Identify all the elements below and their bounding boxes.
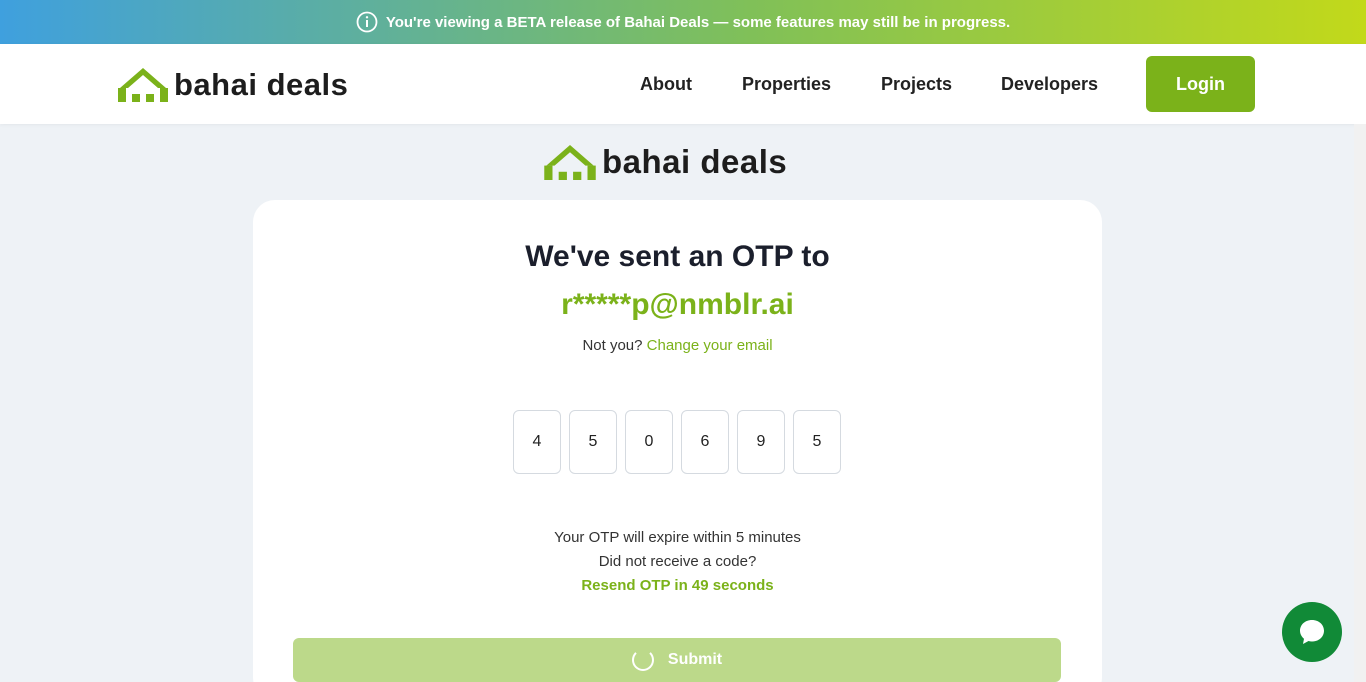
otp-digit-1[interactable]: 4: [513, 410, 561, 474]
otp-digit-6[interactable]: 5: [793, 410, 841, 474]
chat-button[interactable]: [1282, 602, 1342, 662]
scrollbar-track[interactable]: [1354, 124, 1366, 682]
not-you-label: Not you?: [582, 337, 643, 354]
submit-button[interactable]: Submit: [293, 638, 1061, 682]
info-icon: [356, 11, 378, 33]
site-header: bahai deals About Properties Projects De…: [0, 44, 1366, 124]
nav-developers[interactable]: Developers: [1001, 74, 1098, 95]
logo-text: bahai deals: [602, 143, 788, 180]
beta-banner-text: You're viewing a BETA release of Bahai D…: [385, 13, 1011, 31]
resend-otp-countdown: Resend OTP in 49 seconds: [581, 577, 774, 594]
spinner-icon: [631, 649, 654, 671]
otp-digit-2[interactable]: 5: [569, 410, 617, 474]
change-email-link[interactable]: Change your email: [647, 337, 773, 354]
otp-digit-4[interactable]: 6: [681, 410, 729, 474]
submit-label: Submit: [667, 651, 723, 668]
center-logo: bahai deals: [544, 144, 787, 180]
otp-card: We've sent an OTP to r*****p@nmblr.ai No…: [253, 200, 1102, 682]
no-code-text: Did not receive a code?: [598, 553, 757, 570]
login-button[interactable]: Login: [1146, 56, 1255, 112]
nav-about[interactable]: About: [640, 74, 692, 95]
logo-house-icon: [118, 68, 168, 102]
otp-digit-3[interactable]: 0: [625, 410, 673, 474]
nav-projects[interactable]: Projects: [881, 74, 952, 95]
otp-expire-text: Your OTP will expire within 5 minutes: [554, 529, 801, 546]
otp-digit-5[interactable]: 9: [737, 410, 785, 474]
beta-banner: You're viewing a BETA release of Bahai D…: [0, 0, 1366, 44]
logo-house-icon: [544, 144, 596, 180]
nav-properties[interactable]: Properties: [742, 74, 831, 95]
header-logo[interactable]: bahai deals: [118, 68, 348, 102]
logo-text: bahai deals: [174, 67, 349, 102]
chat-icon: [1300, 620, 1324, 644]
not-you-row: Not you? Change your email: [253, 337, 1102, 354]
otp-heading: We've sent an OTP to: [525, 240, 830, 273]
otp-email: r*****p@nmblr.ai: [561, 288, 794, 321]
